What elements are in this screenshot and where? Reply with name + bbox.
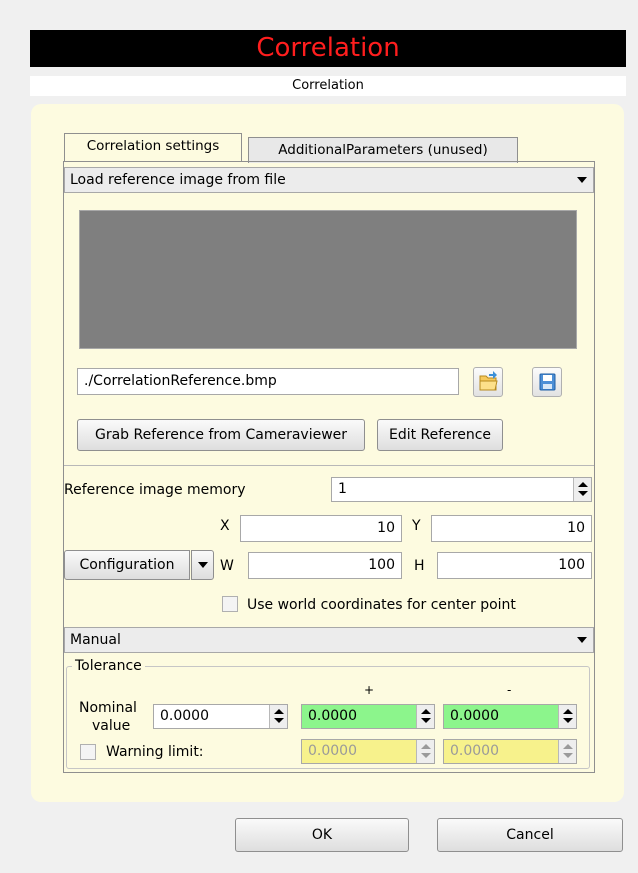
warning-limit-label: Warning limit:	[106, 744, 204, 760]
configuration-menu-button[interactable]	[191, 550, 214, 580]
mode-combo[interactable]: Manual	[64, 627, 594, 653]
spin-up-down-icon[interactable]	[416, 705, 434, 728]
tab-correlation-settings[interactable]: Correlation settings	[64, 133, 242, 161]
spin-up-down-icon[interactable]	[573, 478, 591, 501]
save-icon	[539, 373, 556, 391]
memory-label: Reference image memory	[64, 482, 246, 498]
plus-tolerance-value: 0.0000	[308, 708, 357, 724]
warning-minus-spinbox: 0.0000	[443, 739, 577, 764]
tab-additional-parameters[interactable]: AdditionalParameters (unused)	[248, 137, 518, 163]
minus-tolerance-spinbox[interactable]: 0.0000	[443, 704, 577, 729]
source-combo-value: Load reference image from file	[70, 172, 286, 188]
plus-header: +	[364, 683, 375, 697]
h-label: H	[414, 558, 425, 574]
nominal-label-line2: value	[92, 718, 131, 734]
dropdown-arrow-icon	[571, 628, 593, 652]
tolerance-title: Tolerance	[72, 658, 145, 674]
source-combo[interactable]: Load reference image from file	[64, 167, 594, 193]
cancel-button[interactable]: Cancel	[437, 818, 623, 852]
world-coords-label: Use world coordinates for center point	[247, 597, 516, 613]
dropdown-arrow-icon	[571, 168, 593, 192]
x-input[interactable]: 10	[240, 515, 402, 542]
section-divider	[64, 465, 594, 466]
reference-image-preview	[79, 210, 577, 349]
memory-value: 1	[338, 481, 347, 497]
reference-file-input[interactable]: ./CorrelationReference.bmp	[77, 368, 459, 395]
open-file-button[interactable]	[473, 367, 503, 397]
chevron-down-icon	[198, 562, 208, 568]
minus-header: -	[507, 683, 512, 697]
w-input[interactable]: 100	[248, 552, 402, 579]
spin-up-down-icon[interactable]	[558, 705, 576, 728]
window-title: Correlation	[30, 30, 626, 67]
spin-up-down-icon[interactable]	[269, 705, 287, 728]
edit-reference-button[interactable]: Edit Reference	[377, 419, 503, 451]
nominal-label-line1: Nominal	[79, 700, 137, 716]
world-coords-checkbox[interactable]	[222, 596, 238, 612]
y-label: Y	[412, 518, 421, 534]
nominal-value-spinbox[interactable]: 0.0000	[153, 704, 288, 729]
nominal-value: 0.0000	[160, 708, 209, 724]
h-input[interactable]: 100	[437, 552, 592, 579]
save-file-button[interactable]	[532, 367, 562, 397]
folder-open-icon	[479, 371, 498, 391]
w-label: W	[220, 558, 234, 574]
x-label: X	[220, 518, 230, 534]
mode-combo-value: Manual	[70, 632, 121, 648]
plus-tolerance-spinbox[interactable]: 0.0000	[301, 704, 435, 729]
warning-limit-checkbox[interactable]	[80, 744, 96, 760]
ok-button[interactable]: OK	[235, 818, 409, 852]
spin-up-down-icon	[416, 740, 434, 763]
configuration-button[interactable]: Configuration	[64, 550, 190, 580]
warning-plus-value: 0.0000	[308, 743, 357, 759]
minus-tolerance-value: 0.0000	[450, 708, 499, 724]
warning-minus-value: 0.0000	[450, 743, 499, 759]
warning-plus-spinbox: 0.0000	[301, 739, 435, 764]
grab-reference-button[interactable]: Grab Reference from Cameraviewer	[77, 419, 365, 451]
window-subtitle: Correlation	[30, 76, 626, 96]
y-input[interactable]: 10	[431, 515, 592, 542]
spin-up-down-icon	[558, 740, 576, 763]
memory-spinbox[interactable]: 1	[331, 477, 592, 502]
